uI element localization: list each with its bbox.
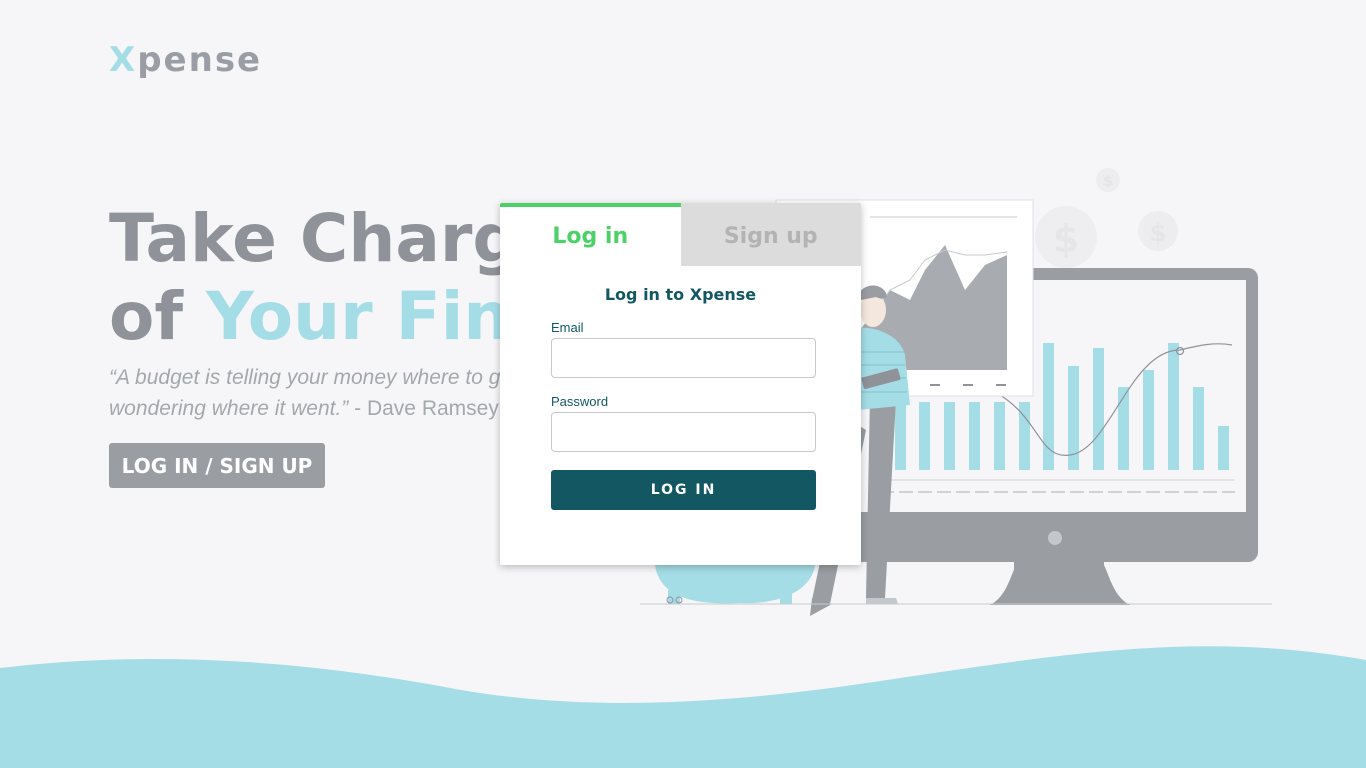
auth-modal: Log in Sign up Log in to Xpense Email Pa…: [500, 203, 861, 565]
password-field[interactable]: [551, 412, 816, 452]
email-label: Email: [551, 320, 584, 335]
tab-log-in[interactable]: Log in: [500, 203, 681, 266]
password-label: Password: [551, 394, 609, 409]
form-title: Log in to Xpense: [604, 285, 757, 304]
auth-tabs: Log in Sign up: [500, 203, 861, 266]
login-submit-button[interactable]: LOG IN: [551, 470, 816, 510]
tab-sign-up[interactable]: Sign up: [680, 203, 861, 266]
email-field[interactable]: [551, 338, 816, 378]
